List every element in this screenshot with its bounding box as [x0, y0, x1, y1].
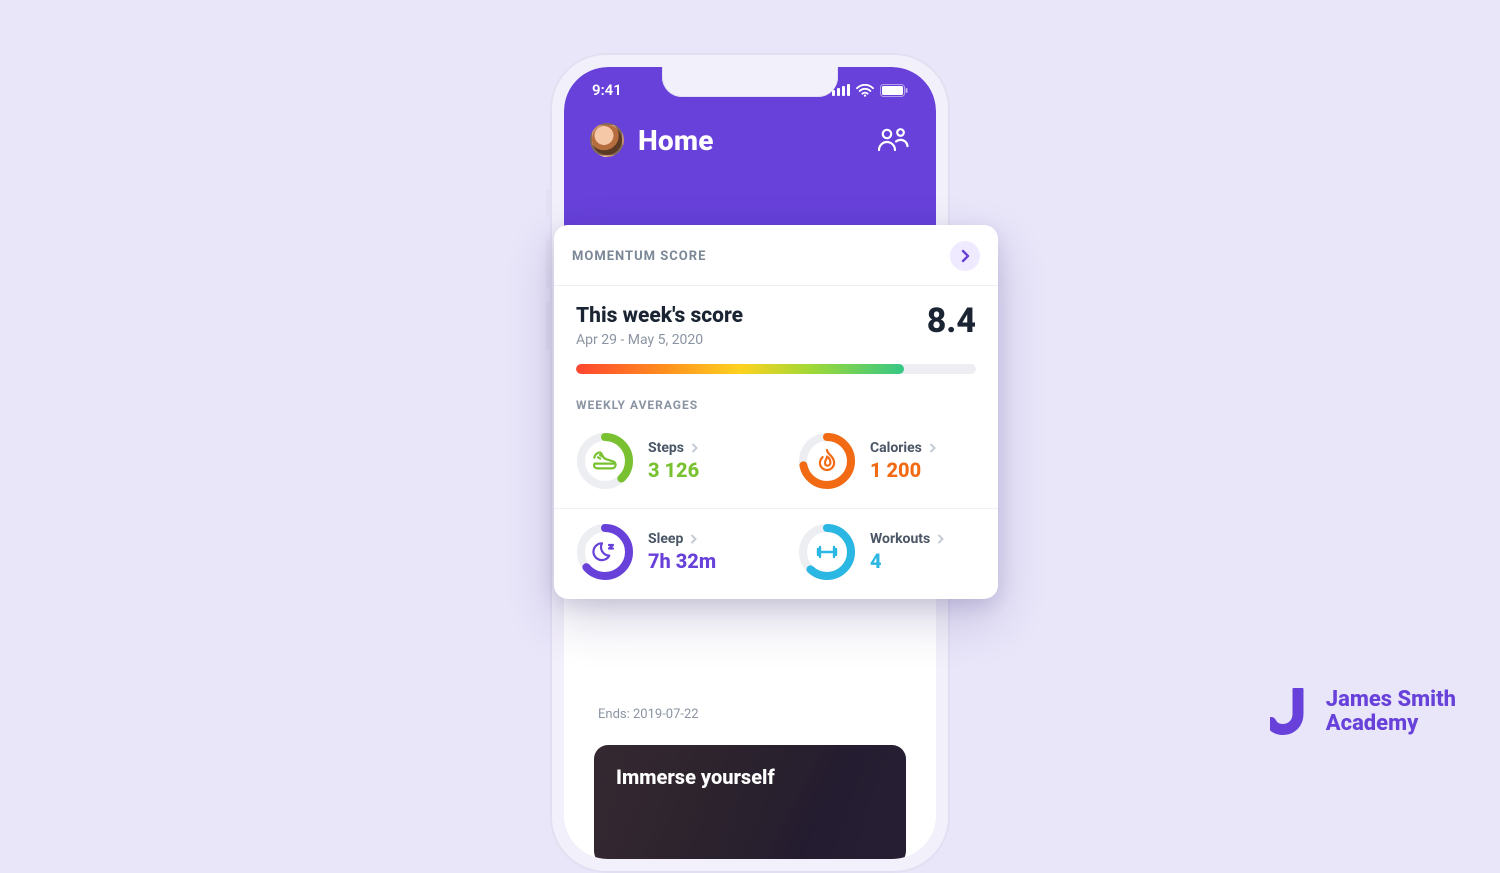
score-date-range: Apr 29 - May 5, 2020	[576, 332, 743, 348]
friends-icon[interactable]	[876, 127, 910, 153]
chevron-right-icon	[689, 534, 699, 544]
momentum-card: MOMENTUM SCORE This week's score Apr 29 …	[554, 225, 998, 599]
chevron-right-icon	[928, 443, 938, 453]
workouts-label: Workouts	[870, 531, 930, 547]
weekly-averages-heading: WEEKLY AVERAGES	[554, 374, 998, 418]
calories-value: 1 200	[870, 458, 938, 482]
brand-line2: Academy	[1326, 712, 1456, 737]
brand-logo: James Smith Academy	[1270, 688, 1456, 737]
hw-volume-up	[546, 239, 550, 289]
tile-steps[interactable]: Steps 3 126	[554, 418, 776, 509]
tile-sleep[interactable]: Sleep 7h 32m	[554, 509, 776, 599]
battery-icon	[880, 84, 908, 97]
page-title: Home	[638, 124, 714, 157]
hw-silence-switch	[546, 189, 550, 217]
brand-line1: James Smith	[1326, 688, 1456, 713]
steps-label: Steps	[648, 440, 684, 456]
score-value: 8.4	[927, 304, 976, 338]
chevron-right-icon	[936, 534, 946, 544]
chevron-right-icon	[958, 249, 972, 263]
sleep-label: Sleep	[648, 531, 683, 547]
brand-mark-icon	[1270, 688, 1312, 736]
wifi-icon	[856, 84, 874, 97]
ends-label: Ends: 2019-07-22	[598, 707, 699, 722]
workouts-ring	[798, 523, 856, 581]
flame-icon	[820, 450, 834, 470]
status-time: 9:41	[592, 81, 622, 99]
sleep-value: 7h 32m	[648, 549, 716, 573]
calories-label: Calories	[870, 440, 922, 456]
phone-notch	[662, 67, 838, 97]
shoe-icon	[594, 453, 616, 469]
promo-card[interactable]: Immerse yourself	[594, 745, 906, 859]
chevron-right-icon	[690, 443, 700, 453]
calories-ring	[798, 432, 856, 490]
momentum-expand-button[interactable]	[950, 241, 980, 271]
steps-value: 3 126	[648, 458, 700, 482]
dumbbell-icon	[818, 547, 836, 557]
steps-ring	[576, 432, 634, 490]
avatar[interactable]	[590, 123, 624, 157]
card-heading: MOMENTUM SCORE	[572, 249, 706, 264]
tile-calories[interactable]: Calories 1 200	[776, 418, 998, 509]
moon-icon	[593, 543, 613, 560]
promo-title: Immerse yourself	[616, 765, 836, 790]
tile-workouts[interactable]: Workouts 4	[776, 509, 998, 599]
phone-frame: 9:41	[550, 53, 950, 873]
workouts-value: 4	[870, 549, 946, 573]
score-progress	[576, 364, 976, 374]
sleep-ring	[576, 523, 634, 581]
hw-volume-down	[546, 301, 550, 351]
score-title: This week's score	[576, 304, 743, 328]
